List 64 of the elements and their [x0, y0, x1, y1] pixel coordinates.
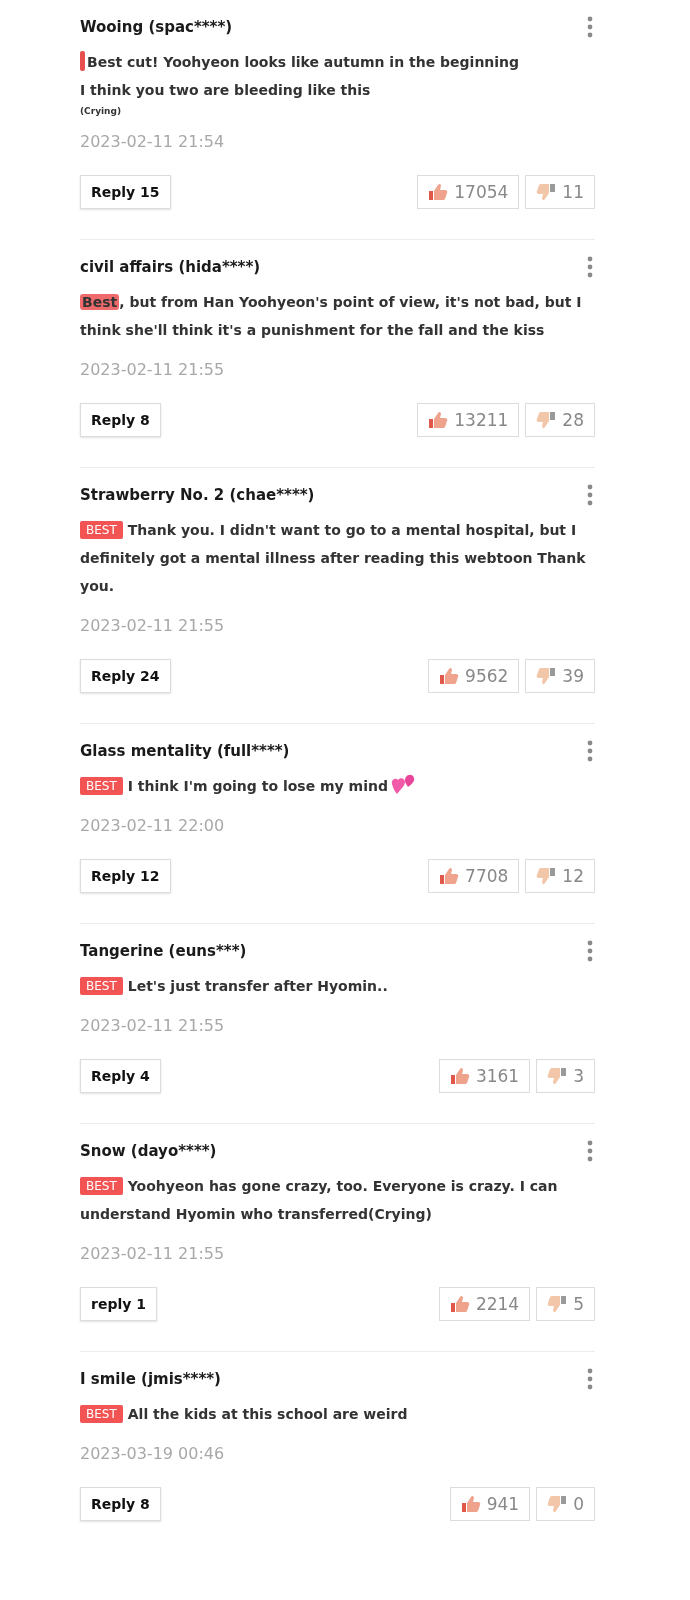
- comment-date: 2023-02-11 21:55: [80, 1244, 226, 1263]
- comment-date: 2023-02-11 21:55: [80, 1016, 226, 1035]
- comment-text: BEST Let's just transfer after Hyomin..: [80, 972, 595, 1000]
- comment-author: civil affairs (hida****): [80, 258, 261, 276]
- dislike-button[interactable]: 12: [525, 859, 595, 893]
- comment-text: BEST Thank you. I didn't want to go to a mental hospital, but I definitely got a mental illness after reading this webtoon Thank you.: [80, 520, 587, 596]
- comment-text: Best cut! Yoohyeon looks like autumn in the beginning I think you two are bleeding like this: [80, 48, 595, 104]
- like-button[interactable]: 17054: [417, 175, 520, 209]
- more-options-icon[interactable]: [587, 1368, 593, 1390]
- dislike-button[interactable]: 28: [525, 403, 595, 437]
- comment-date: 2023-02-11 21:54: [80, 132, 226, 151]
- more-options-icon[interactable]: [587, 16, 593, 38]
- comment-author: Strawberry No. 2 (chae****): [80, 486, 315, 504]
- comment-note: (Crying): [80, 106, 123, 116]
- comment-date: 2023-02-11 22:00: [80, 816, 226, 835]
- reply-button[interactable]: Reply 8: [80, 1487, 161, 1521]
- comment-author: I smile (jmis****): [80, 1370, 221, 1388]
- thumbs-up-icon: [428, 411, 449, 429]
- reply-button[interactable]: Reply 4: [80, 1059, 161, 1093]
- thumbs-down-icon: [547, 1067, 568, 1085]
- thumbs-down-icon: [536, 867, 557, 885]
- dislike-button[interactable]: 11: [525, 175, 595, 209]
- thumbs-up-icon: [449, 1295, 470, 1313]
- comment-date: 2023-02-11 21:55: [80, 616, 226, 635]
- more-options-icon[interactable]: [587, 740, 593, 762]
- like-button[interactable]: 9562: [428, 659, 520, 693]
- dislike-button[interactable]: 5: [536, 1287, 595, 1321]
- dislike-button[interactable]: 3: [536, 1059, 595, 1093]
- thumbs-up-icon: [428, 183, 449, 201]
- thumbs-down-icon: [536, 667, 557, 685]
- thumbs-up-icon: [449, 1067, 470, 1085]
- like-button[interactable]: 3161: [438, 1059, 531, 1093]
- comment-text: Best, but from Han Yoohyeon's point of view, it's not bad, but I think she'll think it's a punishment for the fall and the kiss: [80, 293, 583, 340]
- comment-text: BEST Yoohyeon has gone crazy, too. Everyone is crazy. I can understand Hyomin who transferred(Crying): [80, 1176, 559, 1224]
- reply-button[interactable]: Reply 8: [80, 403, 161, 437]
- comment-author: Glass mentality (full****): [80, 742, 290, 760]
- thumbs-down-icon: [536, 411, 557, 429]
- dislike-button[interactable]: 0: [536, 1487, 595, 1521]
- thumbs-down-icon: [547, 1495, 568, 1513]
- thumbs-down-icon: [536, 183, 557, 201]
- like-button[interactable]: 941: [449, 1487, 531, 1521]
- comment-date: 2023-02-11 21:55: [80, 360, 226, 379]
- more-options-icon[interactable]: [587, 256, 593, 278]
- like-button[interactable]: 7708: [428, 859, 520, 893]
- comment-author: Snow (dayo****): [80, 1142, 217, 1160]
- comment-author: Wooing (spac****): [80, 18, 233, 36]
- reply-button[interactable]: Reply 12: [80, 859, 171, 893]
- reply-button[interactable]: Reply 24: [80, 659, 171, 693]
- more-options-icon[interactable]: [587, 484, 593, 506]
- reply-button[interactable]: reply 1: [80, 1287, 157, 1321]
- more-options-icon[interactable]: [587, 1140, 593, 1162]
- like-button[interactable]: 2214: [438, 1287, 531, 1321]
- reply-button[interactable]: Reply 15: [80, 175, 171, 209]
- comment-text: BEST All the kids at this school are weird: [80, 1400, 595, 1428]
- more-options-icon[interactable]: [587, 940, 593, 962]
- thumbs-up-icon: [460, 1495, 481, 1513]
- thumbs-up-icon: [439, 867, 460, 885]
- dislike-button[interactable]: 39: [525, 659, 595, 693]
- like-button[interactable]: 13211: [417, 403, 520, 437]
- comment-text: BEST I think I'm going to lose my mind: [80, 772, 595, 800]
- thumbs-up-icon: [439, 667, 460, 685]
- comment-date: 2023-03-19 00:46: [80, 1444, 226, 1463]
- comment-author: Tangerine (euns***): [80, 942, 247, 960]
- thumbs-down-icon: [547, 1295, 568, 1313]
